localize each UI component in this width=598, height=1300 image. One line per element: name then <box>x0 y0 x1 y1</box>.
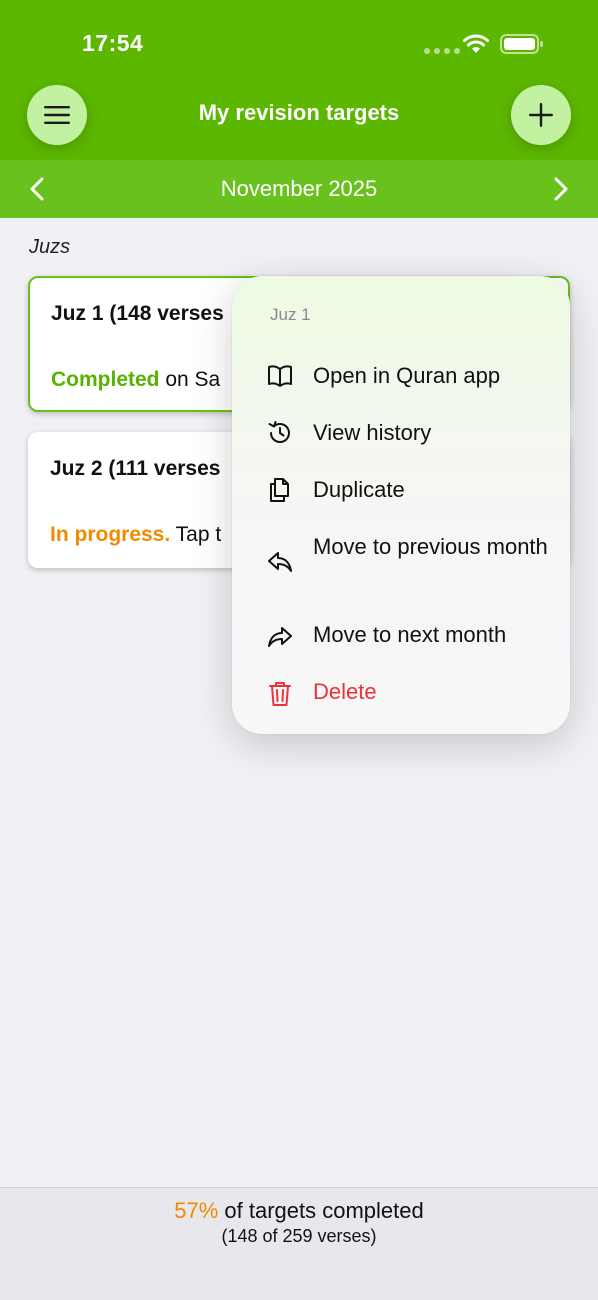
menu-item-label: View history <box>313 420 432 445</box>
menu-item-move-to-previous-month[interactable]: Move to previous month <box>232 529 570 595</box>
status-detail: on Sa <box>159 368 221 391</box>
completion-percent: 57% <box>174 1198 219 1223</box>
menu-item-label: Move to previous month <box>313 534 548 559</box>
battery-icon <box>500 34 543 54</box>
cellular-signal-icon <box>424 48 460 54</box>
menu-item-label: Open in Quran app <box>313 363 501 388</box>
menu-item-delete[interactable]: Delete <box>232 676 570 712</box>
completion-text: of targets completed <box>218 1198 424 1223</box>
add-target-button[interactable] <box>511 85 571 145</box>
context-menu: Juz 1 Open in Quran app View history Dup… <box>232 276 570 734</box>
history-icon <box>268 421 290 443</box>
month-label: November 2025 <box>220 176 378 201</box>
progress-footer: 57% of targets completed (148 of 259 ver… <box>0 1187 598 1300</box>
duplicate-icon <box>270 478 289 502</box>
wifi-icon <box>463 34 489 53</box>
plus-icon <box>529 103 553 127</box>
status-detail: Tap t <box>170 523 222 546</box>
menu-item-view-history[interactable]: View history <box>232 415 570 451</box>
reply-arrow-icon <box>268 552 292 572</box>
menu-item-label: Move to next month <box>313 622 507 647</box>
next-month-chevron-icon[interactable] <box>546 175 574 203</box>
month-navigator: November 2025 <box>0 160 598 218</box>
completion-detail: (148 of 259 verses) <box>221 1226 377 1246</box>
status-completed: Completed <box>51 368 160 391</box>
status-time: 17:54 <box>82 30 144 56</box>
section-label: Juzs <box>29 236 71 258</box>
forward-arrow-icon <box>268 627 292 647</box>
page-title: My revision targets <box>198 100 400 125</box>
menu-item-label: Delete <box>313 679 377 704</box>
card-status: Completed on Sa <box>51 368 220 392</box>
menu-item-duplicate[interactable]: Duplicate <box>232 472 570 508</box>
context-menu-header: Juz 1 <box>270 305 311 324</box>
card-status: In progress. Tap t <box>50 523 221 547</box>
app-header: 17:54 My revision targets <box>0 0 598 160</box>
trash-icon <box>269 682 291 706</box>
status-in-progress: In progress. <box>50 523 171 546</box>
menu-item-open-in-quran-app[interactable]: Open in Quran app <box>232 358 570 394</box>
book-icon <box>268 365 292 387</box>
menu-item-label: Duplicate <box>313 477 405 502</box>
status-bar: 17:54 <box>0 0 598 80</box>
card-title: Juz 2 (111 verses <box>50 457 221 480</box>
completion-summary: 57% of targets completed <box>0 1198 598 1224</box>
menu-item-move-to-next-month[interactable]: Move to next month <box>232 619 570 655</box>
card-title: Juz 1 (148 verses <box>51 302 224 325</box>
